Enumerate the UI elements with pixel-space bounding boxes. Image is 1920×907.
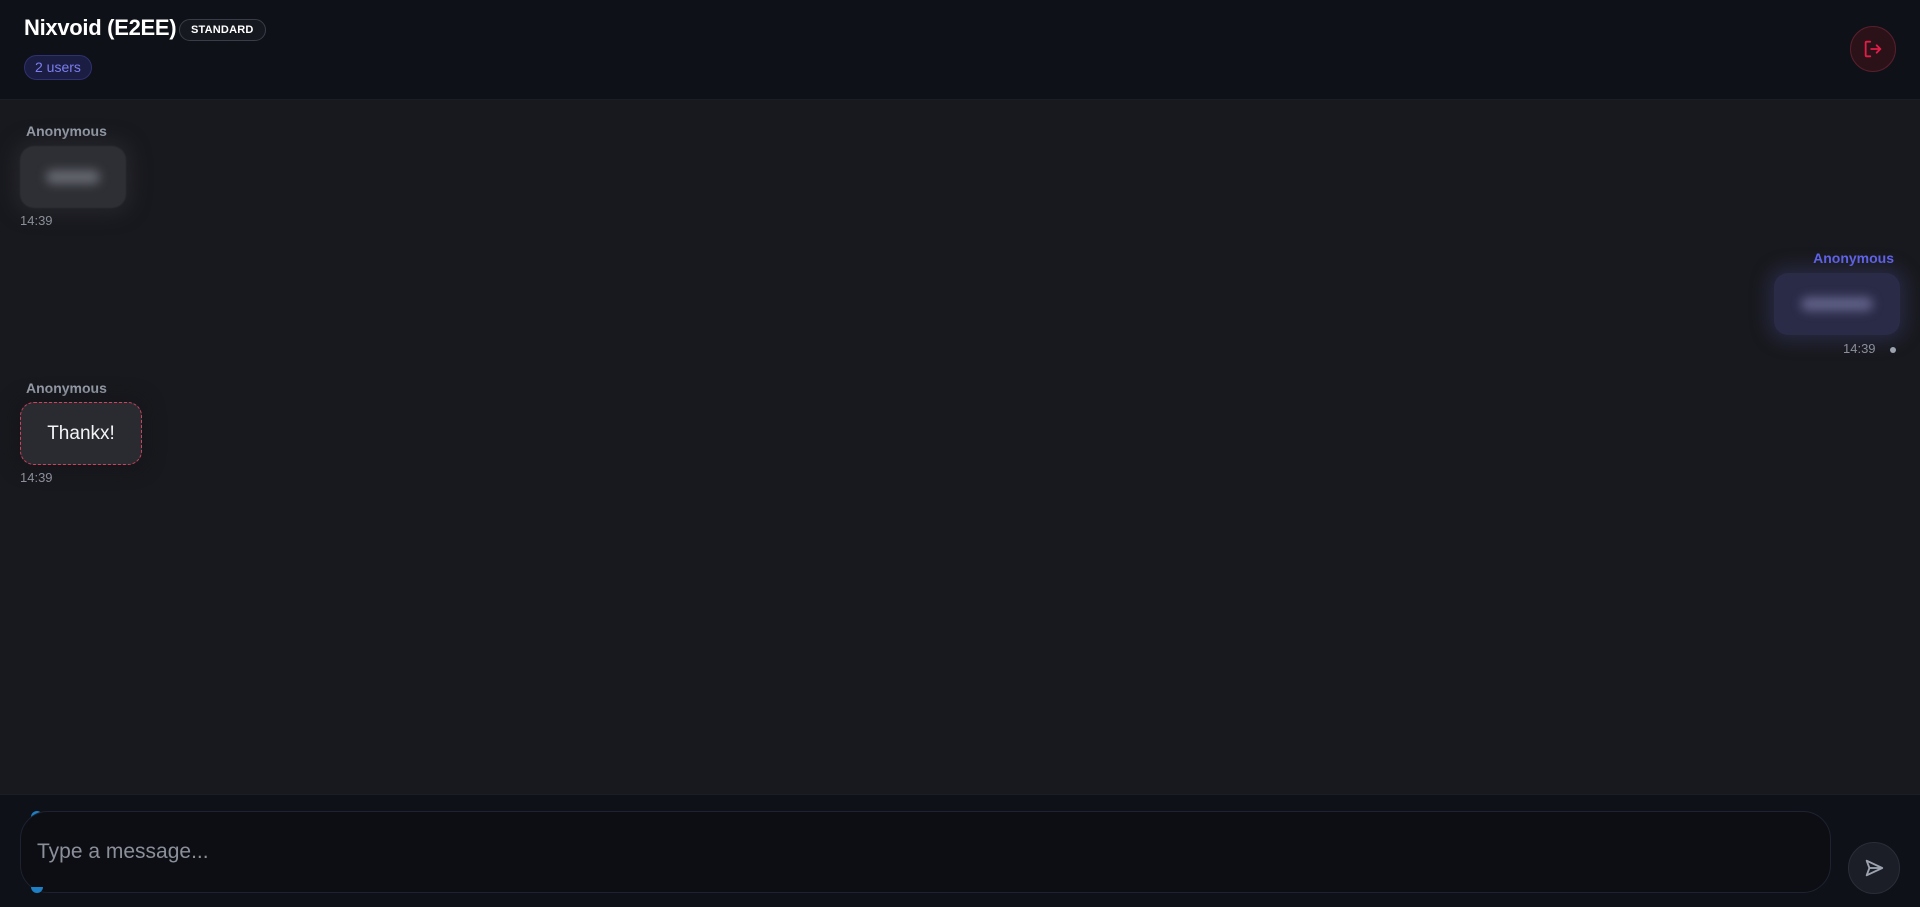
blurred-message-text [1801, 297, 1873, 311]
message-bubble-hidden-self[interactable] [1774, 273, 1900, 335]
message-time: 14:39 [1843, 341, 1876, 356]
message-sender-self: Anonymous [1813, 250, 1894, 266]
logout-icon [1864, 40, 1882, 58]
message-bubble[interactable]: Thankx! [20, 402, 142, 465]
blurred-message-text [46, 170, 100, 184]
message-sender: Anonymous [26, 123, 107, 139]
message-list[interactable]: Anonymous 14:39 Anonymous 14:39 Anonymou… [0, 101, 1920, 794]
send-icon [1865, 859, 1884, 877]
message-composer [0, 794, 1920, 907]
message-text: Thankx! [47, 422, 115, 444]
send-button[interactable] [1848, 842, 1900, 894]
leave-room-button[interactable] [1850, 26, 1896, 72]
mode-badge: STANDARD [179, 19, 266, 41]
message-time: 14:39 [20, 213, 53, 228]
message-time: 14:39 [20, 470, 53, 485]
message-sender: Anonymous [26, 380, 107, 396]
users-count-badge[interactable]: 2 users [24, 55, 92, 80]
chat-header: Nixvoid (E2EE) STANDARD 2 users [0, 0, 1920, 100]
sent-status-dot [1890, 347, 1896, 353]
message-input[interactable] [20, 811, 1831, 893]
message-bubble-hidden[interactable] [20, 146, 126, 208]
room-title: Nixvoid (E2EE) [24, 15, 177, 40]
